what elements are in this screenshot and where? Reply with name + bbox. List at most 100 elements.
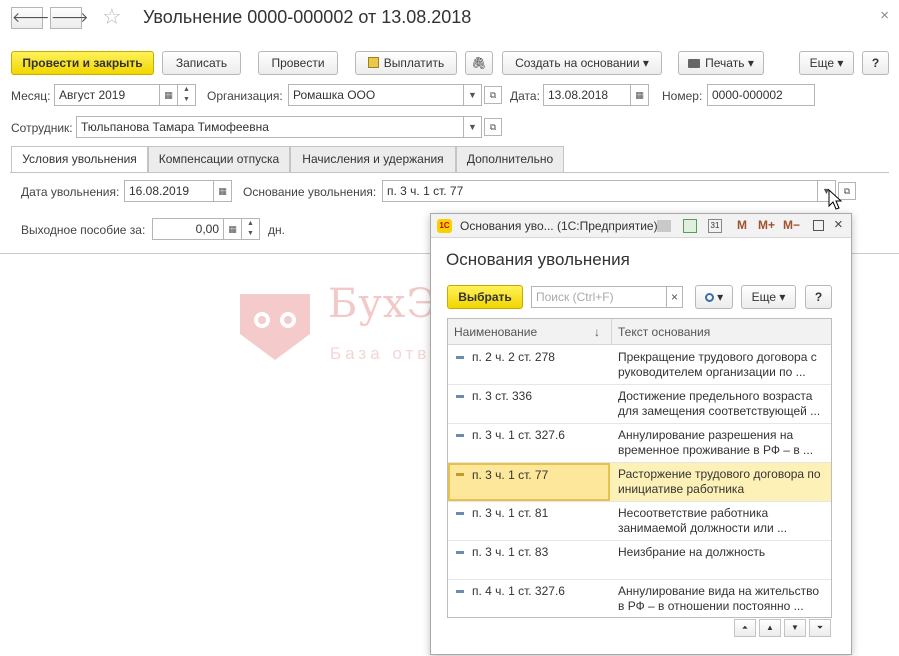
calendar-icon[interactable]: ▦ (631, 84, 649, 106)
row-name: п. 3 ст. 336 (472, 389, 533, 403)
number-label: Номер: (662, 89, 703, 103)
post-and-close-button[interactable]: Провести и закрыть (11, 51, 154, 75)
document-icon[interactable] (657, 220, 671, 232)
dialog-titlebar: 1С Основания уво... (1С:Предприятие) 31 … (431, 214, 851, 238)
row-text: Аннулирование разрешения на временное про… (618, 428, 830, 458)
month-stepper[interactable]: ▲ ▼ (178, 84, 196, 106)
dialog-more-button[interactable]: Еще ▾ (741, 285, 796, 309)
severance-stepper[interactable]: ▲ ▼ (242, 218, 260, 240)
create-based-on-label: Создать на основании (515, 56, 640, 70)
help-button[interactable]: ? (862, 51, 889, 75)
search-icon (704, 293, 714, 302)
attach-button[interactable]: 🖇 (465, 51, 493, 75)
page-title: Увольнение 0000-000002 от 13.08.2018 (143, 7, 472, 27)
tab-accruals-deductions[interactable]: Начисления и удержания (290, 146, 456, 172)
calendar-icon[interactable]: 31 (708, 219, 722, 233)
last-row-button[interactable]: ⏷ (809, 619, 831, 637)
column-header-name-label: Наименование (454, 325, 538, 339)
month-label: Месяц: (11, 89, 51, 103)
dismissal-basis-label: Основание увольнения: (243, 185, 377, 199)
memory-m-button[interactable]: M (737, 218, 747, 232)
row-name: п. 3 ч. 1 ст. 327.6 (472, 428, 565, 442)
row-text: Прекращение трудового договора с руководи… (618, 350, 830, 380)
star-icon[interactable]: ☆ (102, 4, 122, 30)
month-field[interactable]: Август 2019 (54, 84, 160, 106)
organization-field[interactable]: Ромашка ООО (288, 84, 464, 106)
row-text-line1: Аннулирование вида на жительство (618, 584, 820, 598)
save-button[interactable]: Записать (162, 51, 241, 75)
next-row-button[interactable]: ▼ (784, 619, 806, 637)
row-text-line2: занимаемой должности или ... (618, 521, 788, 535)
sort-arrow-icon: ↓ (594, 325, 600, 339)
close-icon[interactable]: × (834, 216, 843, 233)
pay-icon (367, 57, 379, 68)
back-button[interactable]: 🡐 (11, 7, 50, 29)
severance-label: Выходное пособие за: (21, 223, 146, 237)
tab-additional[interactable]: Дополнительно (456, 146, 564, 172)
chevron-down-icon: ▾ (717, 290, 724, 304)
chevron-down-icon: ▾ (837, 56, 844, 70)
forward-button[interactable]: 🡒 (50, 7, 89, 29)
maximize-icon[interactable] (813, 220, 824, 231)
calculator-icon[interactable]: ▦ (224, 218, 242, 240)
severance-unit: дн. (268, 223, 285, 237)
prev-row-button[interactable]: ▲ (759, 619, 781, 637)
pay-button[interactable]: Выплатить (355, 51, 457, 75)
row-text: Расторжение трудового договора по инициат… (618, 467, 830, 497)
more-button-label: Еще (809, 56, 835, 70)
chevron-down-icon[interactable]: ▼ (464, 84, 482, 106)
create-based-on-button[interactable]: Создать на основании ▾ (502, 51, 662, 75)
clear-search-icon[interactable]: × (667, 286, 683, 308)
column-header-name[interactable]: Наименование ↓ (448, 319, 612, 345)
print-button[interactable]: Печать ▾ (678, 51, 764, 75)
row-text-line1: Несоответствие работника (618, 506, 769, 520)
more-button[interactable]: Еще ▾ (799, 51, 854, 75)
chevron-down-icon[interactable]: ▼ (464, 116, 482, 138)
dialog-more-label: Еще (751, 290, 777, 304)
1c-logo-icon: 1С (437, 219, 452, 233)
spreadsheet-icon[interactable] (683, 219, 697, 233)
memory-plus-button[interactable]: M+ (758, 218, 775, 232)
post-button[interactable]: Провести (258, 51, 338, 75)
date-field[interactable]: 13.08.2018 (543, 84, 631, 106)
open-form-icon[interactable]: ⧉ (484, 118, 502, 136)
dialog-app-title: Основания уво... (1С:Предприятие) (460, 219, 658, 233)
table-row[interactable]: п. 3 ч. 1 ст. 83 Неизбрание на должность (448, 541, 831, 580)
first-row-button[interactable]: ⏶ (734, 619, 756, 637)
close-icon[interactable]: × (880, 7, 889, 24)
open-form-icon[interactable]: ⧉ (484, 86, 502, 104)
calendar-icon[interactable]: ▦ (160, 84, 178, 106)
table-row-selected[interactable]: п. 3 ч. 1 ст. 77 Расторжение трудового д… (448, 463, 831, 502)
table-row[interactable]: п. 3 ст. 336 Достижение предельного возр… (448, 385, 831, 424)
tab-dismissal-conditions[interactable]: Условия увольнения (11, 146, 148, 173)
mouse-cursor-icon (828, 189, 842, 210)
row-text: Несоответствие работника занимаемой должн… (618, 506, 830, 536)
row-text-line1: Достижение предельного возраста (618, 389, 813, 403)
paperclip-icon: 🖇 (471, 56, 487, 70)
select-button[interactable]: Выбрать (447, 285, 523, 309)
search-input[interactable]: Поиск (Ctrl+F) (531, 286, 667, 308)
table-row[interactable]: п. 4 ч. 1 ст. 327.6 Аннулирование вида н… (448, 580, 831, 617)
table-row[interactable]: п. 2 ч. 2 ст. 278 Прекращение трудового … (448, 346, 831, 385)
tab-divider (10, 172, 889, 173)
row-text-line1: Неизбрание на должность (618, 545, 766, 559)
memory-minus-button[interactable]: M− (783, 218, 800, 232)
table-row[interactable]: п. 3 ч. 1 ст. 327.6 Аннулирование разреш… (448, 424, 831, 463)
row-name: п. 3 ч. 1 ст. 77 (448, 463, 610, 501)
number-field[interactable]: 0000-000002 (707, 84, 815, 106)
table-row[interactable]: п. 3 ч. 1 ст. 81 Несоответствие работник… (448, 502, 831, 541)
row-text: Достижение предельного возраста для замещ… (618, 389, 830, 419)
column-header-text[interactable]: Текст основания (612, 319, 831, 345)
severance-field[interactable]: 0,00 (152, 218, 224, 240)
dismissal-basis-field[interactable]: п. 3 ч. 1 ст. 77 (382, 180, 818, 202)
search-options-button[interactable]: ▾ (695, 285, 733, 309)
dismissal-date-field[interactable]: 16.08.2019 (124, 180, 214, 202)
dialog-help-button[interactable]: ? (805, 285, 832, 309)
tab-vacation-compensation[interactable]: Компенсации отпуска (148, 146, 290, 172)
row-text-line1: Прекращение трудового договора с (618, 350, 817, 364)
row-name: п. 2 ч. 2 ст. 278 (472, 350, 555, 364)
chevron-down-icon: ▾ (747, 56, 754, 70)
employee-field[interactable]: Тюльпанова Тамара Тимофеевна (76, 116, 464, 138)
calendar-icon[interactable]: ▦ (214, 180, 232, 202)
row-text-line2: инициативе работника (618, 482, 745, 496)
